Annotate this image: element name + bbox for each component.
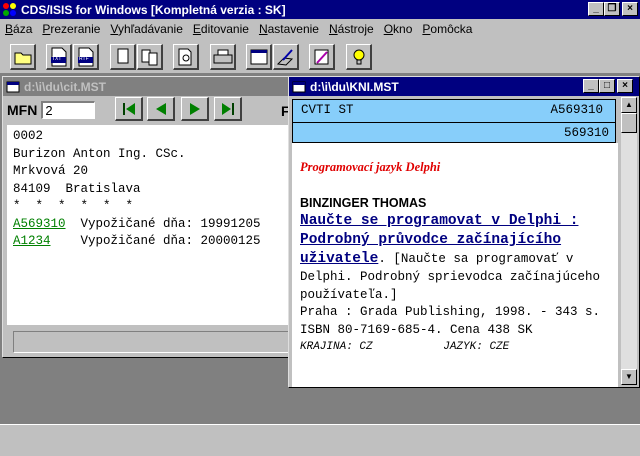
- imprint: Praha : Grada Publishing, 1998. - 343 s.: [300, 305, 601, 319]
- pencil-icon: [314, 49, 328, 64]
- menu-okno[interactable]: Okno: [379, 22, 418, 36]
- menu-baza[interactable]: Báza: [0, 22, 37, 36]
- book-description: Naučte se programovat v Delphi : Podrobn…: [300, 212, 610, 304]
- lightbulb-icon: [353, 49, 364, 64]
- cit-record-display: 0002 Burizon Anton Ing. CSc. Mrkvová 20 841…: [7, 125, 289, 325]
- export-txt-button[interactable]: TXT: [46, 44, 72, 70]
- subject-heading: Programovací jazyk Delphi: [300, 160, 441, 174]
- loan-date: Vypožičané dňa: 19991205: [65, 216, 261, 231]
- document-window-icon: [6, 81, 20, 92]
- rtf-label: RTF: [79, 56, 89, 62]
- app-titlebar[interactable]: CDS/ISIS for Windows [Kompletná verzia :…: [0, 0, 640, 19]
- paste-button[interactable]: [137, 44, 163, 70]
- close-icon[interactable]: ×: [617, 79, 633, 93]
- record-line: Burizon Anton Ing. CSc.: [13, 146, 186, 161]
- toolbar: TXT RTF: [0, 38, 640, 74]
- menubar: Báza Prezeranie Vyhľadávanie Editovanie …: [0, 19, 640, 38]
- paste-icon: [141, 49, 157, 65]
- kni-window-titlebar[interactable]: d:\i\du\KNI.MST _ □ ×: [289, 77, 639, 96]
- previous-record-button[interactable]: [147, 97, 175, 121]
- export-rtf-button[interactable]: RTF: [73, 44, 99, 70]
- head-left: CVTI ST: [301, 103, 354, 117]
- printer-icon: [213, 49, 232, 63]
- form-button[interactable]: [246, 44, 272, 70]
- help-button[interactable]: [346, 44, 372, 70]
- record-line: 0002: [13, 129, 44, 143]
- folder-icon: [14, 52, 31, 64]
- scroll-down-icon[interactable]: ▼: [621, 369, 637, 385]
- kni-vertical-scrollbar[interactable]: ▲ ▼: [621, 97, 637, 385]
- mfn-label: MFN: [7, 102, 38, 118]
- language: JAZYK: CZE: [443, 341, 510, 353]
- menu-prezeranie[interactable]: Prezeranie: [37, 22, 105, 36]
- country-language: KRAJINA: CZ JAZYK: CZE: [300, 339, 610, 357]
- first-record-icon: [122, 102, 135, 115]
- record-line: 84109 Bratislava: [13, 181, 141, 196]
- menu-pomocka[interactable]: Pomôcka: [417, 22, 477, 36]
- loan-code-link[interactable]: A569310: [13, 217, 66, 231]
- cit-window-title: d:\i\du\cit.MST: [24, 79, 106, 94]
- app-title: CDS/ISIS for Windows [Kompletná verzia :…: [21, 2, 286, 17]
- menu-nastavenie[interactable]: Nastavenie: [254, 22, 324, 36]
- loan-row: A569310 Vypožičané dňa: 19991205: [13, 216, 283, 234]
- kni-record-display: Programovací jazyk Delphi BINZINGER THOM…: [292, 143, 618, 387]
- scroll-up-icon[interactable]: ▲: [621, 97, 637, 113]
- loan-row: A1234 Vypožičané dňa: 20000125: [13, 233, 283, 251]
- app-icon: [3, 2, 17, 17]
- mdi-workspace: d:\i\du\cit.MST MFN F 0002Burizon Anton …: [0, 74, 640, 424]
- mfn-input[interactable]: [41, 101, 96, 119]
- next-record-button[interactable]: [181, 97, 209, 121]
- minimize-icon[interactable]: _: [583, 79, 599, 93]
- record-line: Mrkvová 20: [13, 164, 89, 178]
- head-right-1: A569310: [550, 103, 603, 117]
- txt-label: TXT: [52, 56, 62, 62]
- isbn: ISBN 80-7169-685-4. Cena 438 SK: [300, 322, 533, 337]
- copy-icon: [117, 48, 128, 63]
- edit-button[interactable]: [309, 44, 335, 70]
- maximize-icon[interactable]: □: [599, 79, 615, 93]
- head-right-2: 569310: [563, 126, 609, 140]
- last-record-button[interactable]: [214, 97, 242, 121]
- preview-button[interactable]: [173, 44, 199, 70]
- status-bar: [0, 424, 640, 456]
- kni-window-title: d:\i\du\KNI.MST: [310, 79, 399, 94]
- form-icon: [250, 49, 267, 64]
- loan-date: Vypožičané dňa: 20000125: [50, 234, 261, 248]
- cit-window[interactable]: d:\i\du\cit.MST MFN F 0002Burizon Anton …: [2, 76, 294, 358]
- restore-icon[interactable]: ❐: [604, 2, 620, 16]
- record-line: * * * * * *: [13, 199, 134, 213]
- open-folder-button[interactable]: [10, 44, 36, 70]
- close-icon[interactable]: ×: [622, 2, 638, 16]
- menu-vyhladavanie[interactable]: Vyhľadávanie: [105, 22, 187, 36]
- menu-editovanie[interactable]: Editovanie: [188, 22, 254, 36]
- copy-button[interactable]: [110, 44, 136, 70]
- print-button[interactable]: [210, 44, 236, 70]
- scroll-thumb[interactable]: [621, 113, 637, 133]
- kni-header-panel: CVTI ST A569310 569310: [292, 99, 616, 143]
- kni-window[interactable]: d:\i\du\KNI.MST _ □ × CVTI ST A569310 56…: [288, 76, 640, 388]
- first-record-button[interactable]: [115, 97, 143, 121]
- minimize-icon[interactable]: _: [588, 2, 604, 16]
- author-name: BINZINGER THOMAS: [300, 195, 427, 210]
- cit-window-titlebar[interactable]: d:\i\du\cit.MST: [3, 77, 293, 96]
- previous-record-icon: [155, 102, 166, 115]
- magnifier-page-icon: [178, 48, 191, 65]
- pen-paper-icon: [276, 48, 293, 66]
- menu-nastroje[interactable]: Nástroje: [324, 22, 379, 36]
- next-record-icon: [189, 102, 200, 115]
- loan-code-link[interactable]: A1234: [13, 234, 51, 248]
- document-window-icon: [292, 81, 306, 92]
- last-record-icon: [221, 102, 234, 115]
- country: KRAJINA: CZ: [300, 341, 373, 353]
- draw-button[interactable]: [273, 44, 299, 70]
- cit-status-box: [13, 331, 289, 353]
